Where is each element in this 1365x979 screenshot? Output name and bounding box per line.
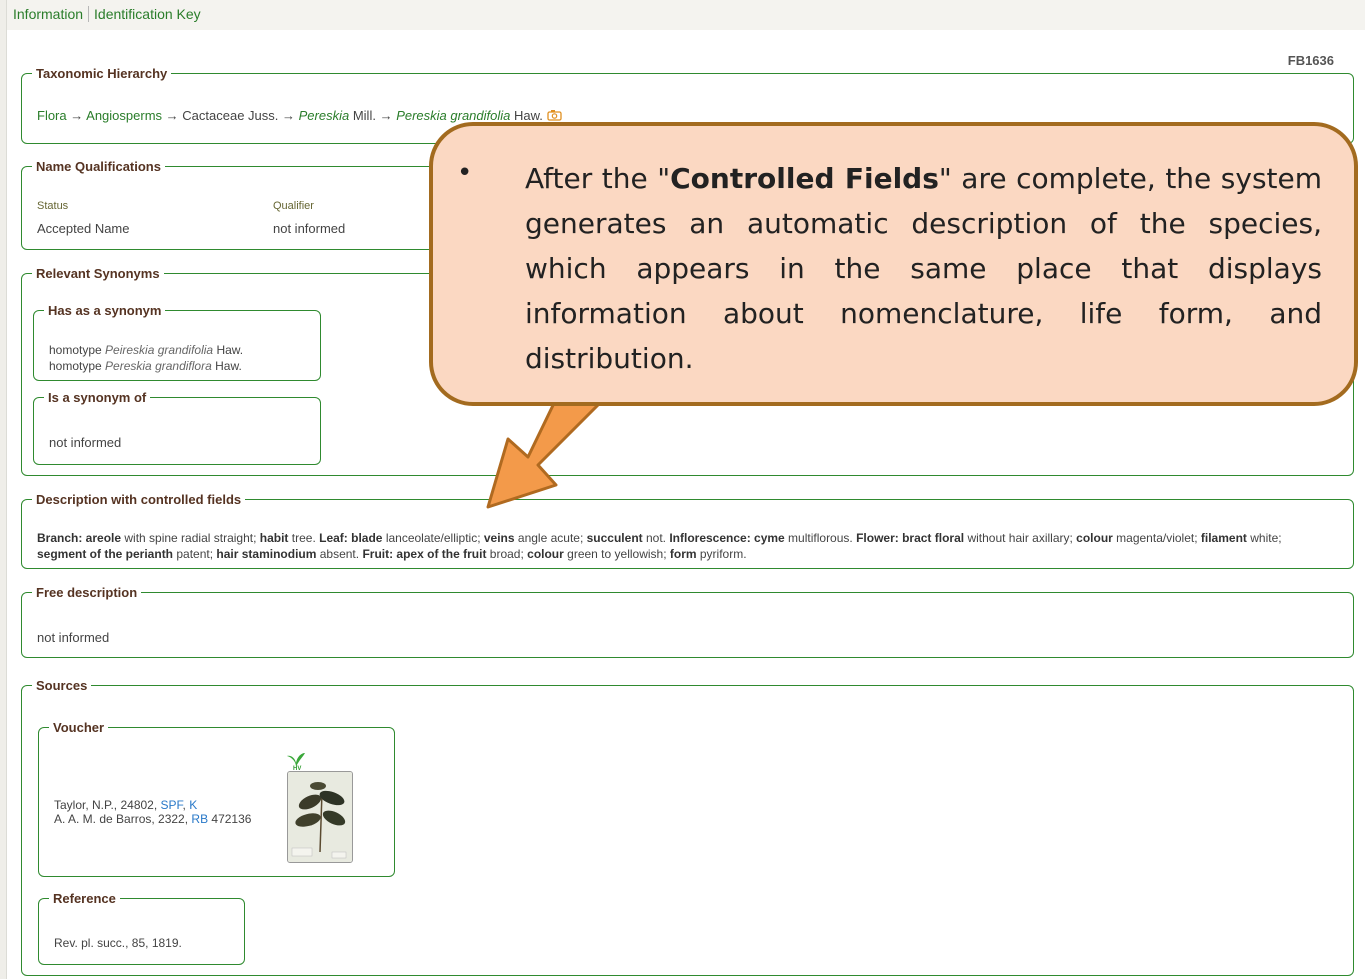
free-description-box: Free description not informed <box>21 585 1354 658</box>
taxonomic-hierarchy-legend: Taxonomic Hierarchy <box>36 66 168 81</box>
description-field-name: Fruit: apex of the fruit <box>362 547 487 561</box>
is-synonym-of-value: not informed <box>49 435 122 450</box>
is-synonym-of-box: Is a synonym of not informed <box>33 390 321 465</box>
description-field-value: patent; <box>173 547 217 561</box>
synonym-name[interactable]: Pereskia grandiflora <box>105 359 212 373</box>
free-description-legend: Free description <box>36 585 138 600</box>
arrow-separator: → <box>165 108 179 123</box>
callout-bullet: • <box>457 158 473 188</box>
breadcrumb: Flora → Angiosperms → Cactaceae Juss. → … <box>37 108 562 123</box>
description-field-name: segment of the perianth <box>37 547 174 561</box>
left-edge <box>0 0 7 979</box>
species-author: Haw. <box>514 108 543 123</box>
tab-identification-key[interactable]: Identification Key <box>88 6 206 22</box>
voucher-legend: Voucher <box>53 720 105 735</box>
description-field-value: pyriform. <box>696 547 747 561</box>
synonym-item: homotype Pereskia grandiflora Haw. <box>49 358 243 374</box>
description-field-name: habit <box>259 531 289 545</box>
camera-icon[interactable] <box>546 109 562 121</box>
synonym-item: homotype Peireskia grandifolia Haw. <box>49 342 243 358</box>
annotation-callout: • After the "Controlled Fields" are comp… <box>429 122 1358 406</box>
synonym-list: homotype Peireskia grandifolia Haw. homo… <box>49 342 243 374</box>
tab-bar: Information Identification Key <box>8 6 206 22</box>
crumb-angiosperms[interactable]: Angiosperms <box>86 108 162 123</box>
description-field-value: absent. <box>316 547 363 561</box>
synonym-author: Haw. <box>215 359 242 373</box>
qualifier-label: Qualifier <box>273 200 314 212</box>
controlled-description-text: Branch: areole with spine radial straigh… <box>37 530 1327 562</box>
description-field-name: succulent <box>586 531 643 545</box>
description-field-name: Flower: bract floral <box>856 531 965 545</box>
voucher-collector: A. A. M. de Barros, 2322, <box>54 812 192 826</box>
synonym-type: homotype <box>49 359 102 373</box>
crumb-genus[interactable]: Pereskia <box>299 108 350 123</box>
name-qualifications-legend: Name Qualifications <box>36 159 161 174</box>
arrow-separator: → <box>282 108 296 123</box>
description-field-value: tree. <box>288 531 320 545</box>
status-value: Accepted Name <box>37 221 130 236</box>
callout-arrow <box>486 395 610 509</box>
herbarium-specimen-thumbnail[interactable] <box>287 771 353 863</box>
reference-legend: Reference <box>53 891 116 906</box>
description-field-value: white; <box>1246 531 1282 545</box>
description-field-value: angle acute; <box>514 531 587 545</box>
hv-logo: HV <box>285 751 307 772</box>
description-field-value: green to yellowish; <box>563 547 670 561</box>
crumb-family[interactable]: Cactaceae Juss. <box>182 108 278 123</box>
arrow-separator: → <box>70 108 84 123</box>
sources-legend: Sources <box>36 678 88 693</box>
herbarium-link-spf[interactable]: SPF <box>161 798 183 812</box>
reference-box: Reference Rev. pl. succ., 85, 1819. <box>38 891 245 965</box>
synonym-author: Haw. <box>216 343 244 357</box>
description-field-name: colour <box>527 547 564 561</box>
description-field-name: veins <box>483 531 515 545</box>
free-description-value: not informed <box>37 630 110 645</box>
description-field-name: form <box>669 547 697 561</box>
arrow-separator: → <box>379 108 393 123</box>
voucher-list: Taylor, N.P., 24802, SPF, K A. A. M. de … <box>54 798 251 826</box>
crumb-species[interactable]: Pereskia grandifolia <box>396 108 510 123</box>
herbarium-link-rb[interactable]: RB <box>191 812 208 826</box>
controlled-description-legend: Description with controlled fields <box>36 492 242 507</box>
description-field-value: without hair axillary; <box>964 531 1077 545</box>
voucher-item: A. A. M. de Barros, 2322, RB 472136 <box>54 812 251 826</box>
callout-bold: Controlled Fields <box>670 162 939 195</box>
description-field-name: colour <box>1076 531 1113 545</box>
voucher-number: 472136 <box>208 812 252 826</box>
description-field-name: hair staminodium <box>216 547 317 561</box>
description-field-value: lanceolate/elliptic; <box>382 531 484 545</box>
synonym-name[interactable]: Peireskia grandifolia <box>105 343 213 357</box>
description-field-value: multiflorous. <box>784 531 857 545</box>
controlled-description-box: Description with controlled fields Branc… <box>21 492 1354 569</box>
qualifier-value: not informed <box>273 221 346 236</box>
description-field-name: Inflorescence: cyme <box>669 531 785 545</box>
status-label: Status <box>37 200 69 212</box>
description-field-name: Branch: areole <box>37 531 122 545</box>
genus-author: Mill. <box>352 108 376 123</box>
crumb-flora[interactable]: Flora <box>37 108 67 123</box>
description-field-name: Leaf: blade <box>319 531 383 545</box>
synonym-type: homotype <box>49 343 102 357</box>
specimen-image <box>288 772 352 862</box>
voucher-collector: Taylor, N.P., 24802, <box>54 798 161 812</box>
tab-information[interactable]: Information <box>8 6 88 22</box>
callout-text: After the "Controlled Fields" are comple… <box>525 162 1323 375</box>
description-field-value: magenta/violet; <box>1112 531 1201 545</box>
reference-value: Rev. pl. succ., 85, 1819. <box>54 936 182 950</box>
description-field-name: filament <box>1200 531 1247 545</box>
relevant-synonyms-legend: Relevant Synonyms <box>36 266 160 281</box>
description-field-value: with spine radial straight; <box>121 531 260 545</box>
voucher-item: Taylor, N.P., 24802, SPF, K <box>54 798 198 812</box>
is-synonym-of-legend: Is a synonym of <box>48 390 147 405</box>
herbarium-link-k[interactable]: K <box>189 798 197 812</box>
description-field-value: not. <box>642 531 670 545</box>
description-field-value: broad; <box>486 547 528 561</box>
has-synonym-legend: Has as a synonym <box>48 303 162 318</box>
has-synonym-box: Has as a synonym homotype Peireskia gran… <box>33 303 321 381</box>
